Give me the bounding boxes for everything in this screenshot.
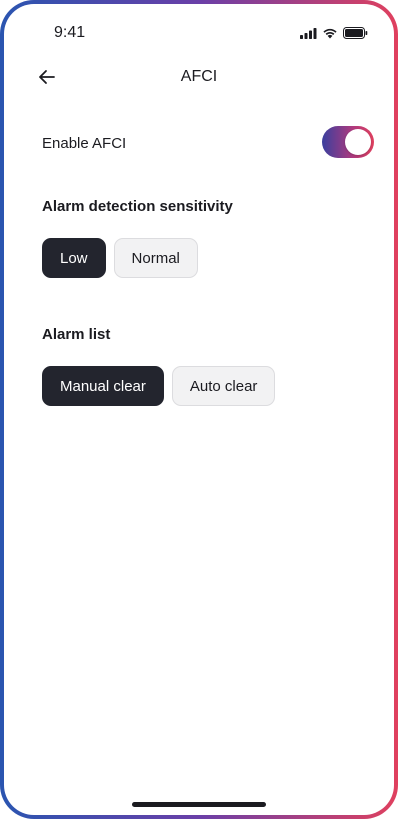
- home-indicator: [132, 802, 266, 807]
- sensitivity-low-chip[interactable]: Low: [42, 238, 106, 278]
- afci-toggle-row: Enable AFCI: [42, 126, 374, 160]
- auto-clear-chip[interactable]: Auto clear: [171, 366, 276, 406]
- page-title: AFCI: [180, 68, 218, 85]
- afci-toggle[interactable]: [322, 126, 374, 158]
- alarm-list-options: Manual clear Auto clear: [42, 366, 276, 406]
- toggle-knob: [345, 129, 371, 155]
- status-bar: 9:41: [4, 4, 394, 64]
- manual-clear-chip[interactable]: Manual clear: [42, 366, 164, 406]
- status-icons: [300, 27, 368, 39]
- sensitivity-options: Low Normal: [42, 238, 198, 278]
- sensitivity-normal-chip[interactable]: Normal: [113, 238, 198, 278]
- status-time: 9:41: [54, 24, 86, 41]
- battery-icon: [343, 27, 368, 39]
- sensitivity-title: Alarm detection sensitivity: [42, 198, 233, 215]
- alarm-list-title: Alarm list: [42, 326, 111, 343]
- signal-icon: [300, 27, 317, 39]
- wifi-icon: [322, 27, 338, 39]
- afci-toggle-label: Enable AFCI: [42, 135, 127, 152]
- screen: 9:41 AFCI Enable AFCI Alarm detection se…: [4, 4, 394, 815]
- phone-frame: 9:41 AFCI Enable AFCI Alarm detection se…: [0, 0, 398, 819]
- top-nav: AFCI: [4, 60, 394, 96]
